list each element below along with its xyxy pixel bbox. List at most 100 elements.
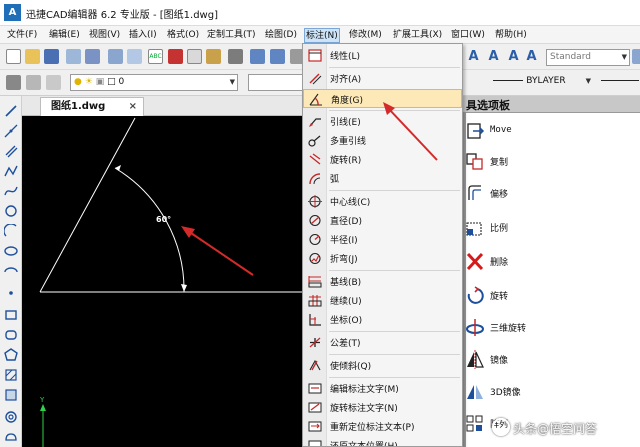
menu-draw[interactable]: 绘图(D) <box>264 28 298 43</box>
polyline-icon[interactable] <box>4 164 18 178</box>
match-properties-icon[interactable] <box>228 49 243 64</box>
menu-modify[interactable]: 修改(M) <box>348 28 383 43</box>
multiline-icon[interactable] <box>4 144 18 158</box>
layer-select[interactable]: ● ☀ ▣ □ 0 ▼ <box>70 74 238 91</box>
menu-insert[interactable]: 插入(I) <box>128 28 158 43</box>
menu-dimension[interactable]: 标注(N) <box>304 28 340 43</box>
menu-item-reposition-dim-text[interactable]: 重新定位标注文本(P) <box>303 417 462 436</box>
drawing-canvas[interactable]: 60° Y <box>22 116 304 447</box>
palette-item-offset[interactable]: 偏移 <box>463 180 640 206</box>
menu-item-tolerance[interactable]: 公差(T) <box>303 333 462 352</box>
tool-palette-header[interactable]: 具选项板 <box>463 96 640 113</box>
menu-window[interactable]: 窗口(W) <box>450 28 486 43</box>
palette-item-rotate-3d[interactable]: 三维旋转 <box>463 314 640 340</box>
menu-edit[interactable]: 编辑(E) <box>48 28 81 43</box>
cut-icon[interactable] <box>168 49 183 64</box>
donut-icon[interactable] <box>4 410 18 424</box>
arc-icon[interactable] <box>4 224 18 238</box>
text-style-value: Standard <box>550 52 591 62</box>
redo-icon[interactable] <box>270 49 285 64</box>
ordinate-dim-icon <box>309 314 321 326</box>
multiline-text-a-icon[interactable]: A <box>486 49 501 64</box>
baseline-dim-icon <box>308 276 322 288</box>
hatch-icon[interactable] <box>4 368 18 382</box>
layer-previous-icon[interactable] <box>26 75 41 90</box>
plot-icon[interactable] <box>108 49 123 64</box>
palette-item-mirror[interactable]: 镜像 <box>463 346 640 372</box>
menu-item-ordinate[interactable]: 坐标(O) <box>303 310 462 329</box>
menu-item-center-mark[interactable]: 中心线(C) <box>303 192 462 211</box>
new-file-icon[interactable] <box>6 49 21 64</box>
save-icon[interactable] <box>44 49 59 64</box>
menu-separator <box>329 190 460 191</box>
line-icon[interactable] <box>4 104 18 118</box>
text-style-a-icon[interactable]: A <box>466 49 481 64</box>
single-line-text-a-icon[interactable]: A <box>506 49 521 64</box>
menu-extension-tools[interactable]: 扩展工具(X) <box>392 28 443 43</box>
lineweight-sample <box>601 80 639 81</box>
sun-icon: ☀ <box>84 77 93 87</box>
palette-item-label: 比例 <box>490 224 509 234</box>
dim-style-icon[interactable] <box>632 49 640 64</box>
copy-tb-icon[interactable] <box>187 49 202 64</box>
palette-item-copy[interactable]: 复制 <box>463 148 640 174</box>
open-folder-icon[interactable] <box>25 49 40 64</box>
ellipse-icon[interactable] <box>4 244 18 258</box>
menu-format[interactable]: 格式(O) <box>166 28 200 43</box>
menu-view[interactable]: 视图(V) <box>88 28 121 43</box>
edit-text-a-icon[interactable]: A <box>524 49 539 64</box>
point-icon[interactable] <box>4 286 18 300</box>
palette-item-mirror-3d[interactable]: 3D镜像 <box>463 378 640 404</box>
menu-item-aligned[interactable]: 对齐(A) <box>303 69 462 88</box>
menu-item-label: 旋转标注文字(N) <box>330 404 398 414</box>
menu-bar: 文件(F) 编辑(E) 视图(V) 插入(I) 格式(O) 定制工具(T) 绘图… <box>0 26 640 44</box>
menu-file[interactable]: 文件(F) <box>6 28 38 43</box>
print-icon[interactable] <box>66 49 81 64</box>
palette-item-delete[interactable]: 删除 <box>463 248 640 274</box>
menu-item-baseline[interactable]: 基线(B) <box>303 272 462 291</box>
document-tab[interactable]: 图纸1.dwg × <box>40 97 144 116</box>
spline-icon[interactable] <box>4 184 18 198</box>
rectangle-icon[interactable] <box>4 308 18 322</box>
menu-item-multileader[interactable]: 多重引线 <box>303 131 462 150</box>
menu-item-leader[interactable]: 引线(E) <box>303 112 462 131</box>
polygon-icon[interactable] <box>4 348 18 362</box>
region-icon[interactable] <box>4 328 18 342</box>
undo-icon[interactable] <box>250 49 265 64</box>
menu-item-rotate-dim-text[interactable]: 旋转标注文字(N) <box>303 398 462 417</box>
layer-state-icon[interactable] <box>46 75 61 90</box>
menu-item-angular[interactable]: 角度(G) <box>303 89 462 108</box>
menu-item-rotated[interactable]: 旋转(R) <box>303 150 462 169</box>
gradient-icon[interactable] <box>4 388 18 402</box>
palette-item-move[interactable]: Move <box>463 118 640 144</box>
text-style-select[interactable]: Standard ▼ <box>546 49 630 66</box>
palette-item-scale[interactable]: 比例 <box>463 214 640 240</box>
spell-check-icon[interactable]: ABC <box>148 49 163 64</box>
layer-manager-icon[interactable] <box>6 75 21 90</box>
menu-help[interactable]: 帮助(H) <box>494 28 528 43</box>
menu-item-jogged[interactable]: 折弯(J) <box>303 249 462 268</box>
print-preview-icon[interactable] <box>85 49 100 64</box>
menu-item-radius[interactable]: 半径(I) <box>303 230 462 249</box>
tool-palette-title: 具选项板 <box>466 99 510 112</box>
menu-item-diameter[interactable]: 直径(D) <box>303 211 462 230</box>
palette-item-label: 3D镜像 <box>490 388 521 398</box>
ellipse-arc-icon[interactable] <box>4 264 18 278</box>
lineweight-select[interactable] <box>598 74 640 91</box>
menu-custom-tools[interactable]: 定制工具(T) <box>206 28 257 43</box>
linetype-select[interactable]: BYLAYER ▼ <box>463 74 593 91</box>
menu-item-continue[interactable]: 继续(U) <box>303 291 462 310</box>
circle-icon[interactable] <box>4 204 18 218</box>
menu-item-edit-dim-text[interactable]: 编辑标注文字(M) <box>303 379 462 398</box>
palette-item-rotate[interactable]: 旋转 <box>463 282 640 308</box>
menu-item-oblique[interactable]: 使倾斜(Q) <box>303 356 462 375</box>
paste-icon[interactable] <box>206 49 221 64</box>
color-select[interactable] <box>248 74 304 91</box>
close-icon[interactable]: × <box>129 98 137 115</box>
menu-item-restore-text[interactable]: 还原文本位置(H) <box>303 436 462 446</box>
publish-icon[interactable] <box>127 49 142 64</box>
construction-line-icon[interactable] <box>4 124 18 138</box>
revision-cloud-icon[interactable] <box>4 430 18 444</box>
menu-item-arc[interactable]: 弧 <box>303 169 462 188</box>
menu-item-linear[interactable]: 线性(L) <box>303 46 462 65</box>
